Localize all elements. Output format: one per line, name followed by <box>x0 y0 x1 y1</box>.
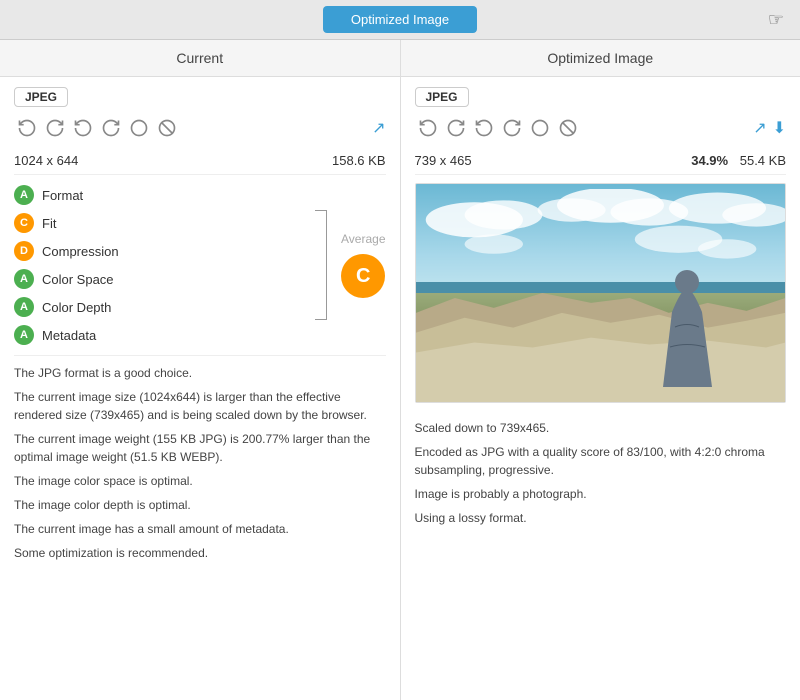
average-label: Average <box>341 232 385 246</box>
flip-h-icon[interactable] <box>70 115 96 141</box>
current-desc-item: The image color depth is optimal. <box>14 496 386 514</box>
settings-list: A Format C Fit D Compression A Color Space A Colo… <box>14 185 309 345</box>
cliff-svg <box>416 293 786 402</box>
current-format-badge: JPEG <box>14 87 68 107</box>
optimized-file-size: 55.4 KB <box>740 153 786 168</box>
cliff-layer <box>416 293 786 402</box>
optimized-desc-item: Scaled down to 739x465. <box>415 419 787 437</box>
statue-svg <box>660 257 715 387</box>
optimized-image-preview <box>415 183 787 403</box>
optimized-description-section: Scaled down to 739x465. Encoded as JPG wi… <box>415 411 787 527</box>
badge-color space: A <box>14 269 34 289</box>
optimized-desc-item: Encoded as JPG with a quality score of 8… <box>415 443 787 479</box>
setting-label-fit: Fit <box>42 216 56 231</box>
badge-metadata: A <box>14 325 34 345</box>
current-panel-header: Current <box>0 40 400 77</box>
optimized-dimension-row: 739 x 465 34.9% 55.4 KB <box>415 147 787 175</box>
current-desc-item: The current image has a small amount of … <box>14 520 386 538</box>
bracket-group: Average C <box>309 185 385 345</box>
setting-item-metadata: A Metadata <box>14 325 309 345</box>
current-settings-section: A Format C Fit D Compression A Color Space A Colo… <box>14 185 386 345</box>
setting-label-color space: Color Space <box>42 272 114 287</box>
panels-container: Current JPEG <box>0 40 800 700</box>
current-description-section: The JPG format is a good choice. The curr… <box>14 355 386 562</box>
opt-rotate-cw-icon[interactable] <box>415 115 441 141</box>
circle-icon[interactable] <box>126 115 152 141</box>
current-desc-item: The JPG format is a good choice. <box>14 364 386 382</box>
badge-format: A <box>14 185 34 205</box>
rotate-ccw-icon[interactable] <box>42 115 68 141</box>
opt-circle-icon[interactable] <box>527 115 553 141</box>
current-dimensions: 1024 x 644 <box>14 153 78 168</box>
optimized-tab-button[interactable]: Optimized Image <box>323 6 477 33</box>
optimized-panel-header: Optimized Image <box>401 40 800 77</box>
saving-percentage: 34.9% <box>691 153 728 168</box>
current-panel: Current JPEG <box>0 40 401 700</box>
current-external-link-icon[interactable]: ↗ <box>372 118 385 138</box>
current-dimension-row: 1024 x 644 158.6 KB <box>14 147 386 175</box>
opt-flip-h-icon[interactable] <box>471 115 497 141</box>
opt-rotate-ccw-icon[interactable] <box>443 115 469 141</box>
setting-item-color-space: A Color Space <box>14 269 309 289</box>
opt-cancel-icon[interactable] <box>555 115 581 141</box>
cancel-icon[interactable] <box>154 115 180 141</box>
current-desc-item: The image color space is optimal. <box>14 472 386 490</box>
setting-label-metadata: Metadata <box>42 328 96 343</box>
current-icon-row: ↗ <box>14 115 386 141</box>
setting-item-compression: D Compression <box>14 241 309 261</box>
setting-item-format: A Format <box>14 185 309 205</box>
current-desc-item: The current image weight (155 KB JPG) is… <box>14 430 386 466</box>
badge-compression: D <box>14 241 34 261</box>
optimized-desc-item: Image is probably a photograph. <box>415 485 787 503</box>
optimized-dimensions: 739 x 465 <box>415 153 472 168</box>
setting-label-color depth: Color Depth <box>42 300 111 315</box>
rotate-cw-icon[interactable] <box>14 115 40 141</box>
optimized-panel: Optimized Image JPEG <box>401 40 800 700</box>
current-desc-item: The current image size (1024x644) is lar… <box>14 388 386 424</box>
top-bar: Optimized Image ☞ <box>0 0 800 40</box>
setting-item-color-depth: A Color Depth <box>14 297 309 317</box>
current-file-size: 158.6 KB <box>332 153 386 168</box>
opt-flip-v-icon[interactable] <box>499 115 525 141</box>
current-panel-body: JPEG <box>0 77 400 700</box>
grade-letter: C <box>356 265 370 288</box>
grade-circle: C <box>341 254 385 298</box>
cursor-icon: ☞ <box>768 9 784 30</box>
current-desc-item: Some optimization is recommended. <box>14 544 386 562</box>
setting-item-fit: C Fit <box>14 213 309 233</box>
optimized-external-link-icon[interactable]: ↗ <box>753 118 766 138</box>
optimized-desc-item: Using a lossy format. <box>415 509 787 527</box>
setting-label-format: Format <box>42 188 83 203</box>
badge-fit: C <box>14 213 34 233</box>
bracket-symbol <box>315 210 327 320</box>
setting-label-compression: Compression <box>42 244 119 259</box>
download-icon[interactable]: ⬇ <box>773 118 786 138</box>
optimized-icon-row: ↗ ⬇ <box>415 115 787 141</box>
flip-v-icon[interactable] <box>98 115 124 141</box>
optimized-format-badge: JPEG <box>415 87 469 107</box>
badge-color depth: A <box>14 297 34 317</box>
app-container: Optimized Image ☞ Current JPEG <box>0 0 800 700</box>
optimized-panel-body: JPEG <box>401 77 800 700</box>
